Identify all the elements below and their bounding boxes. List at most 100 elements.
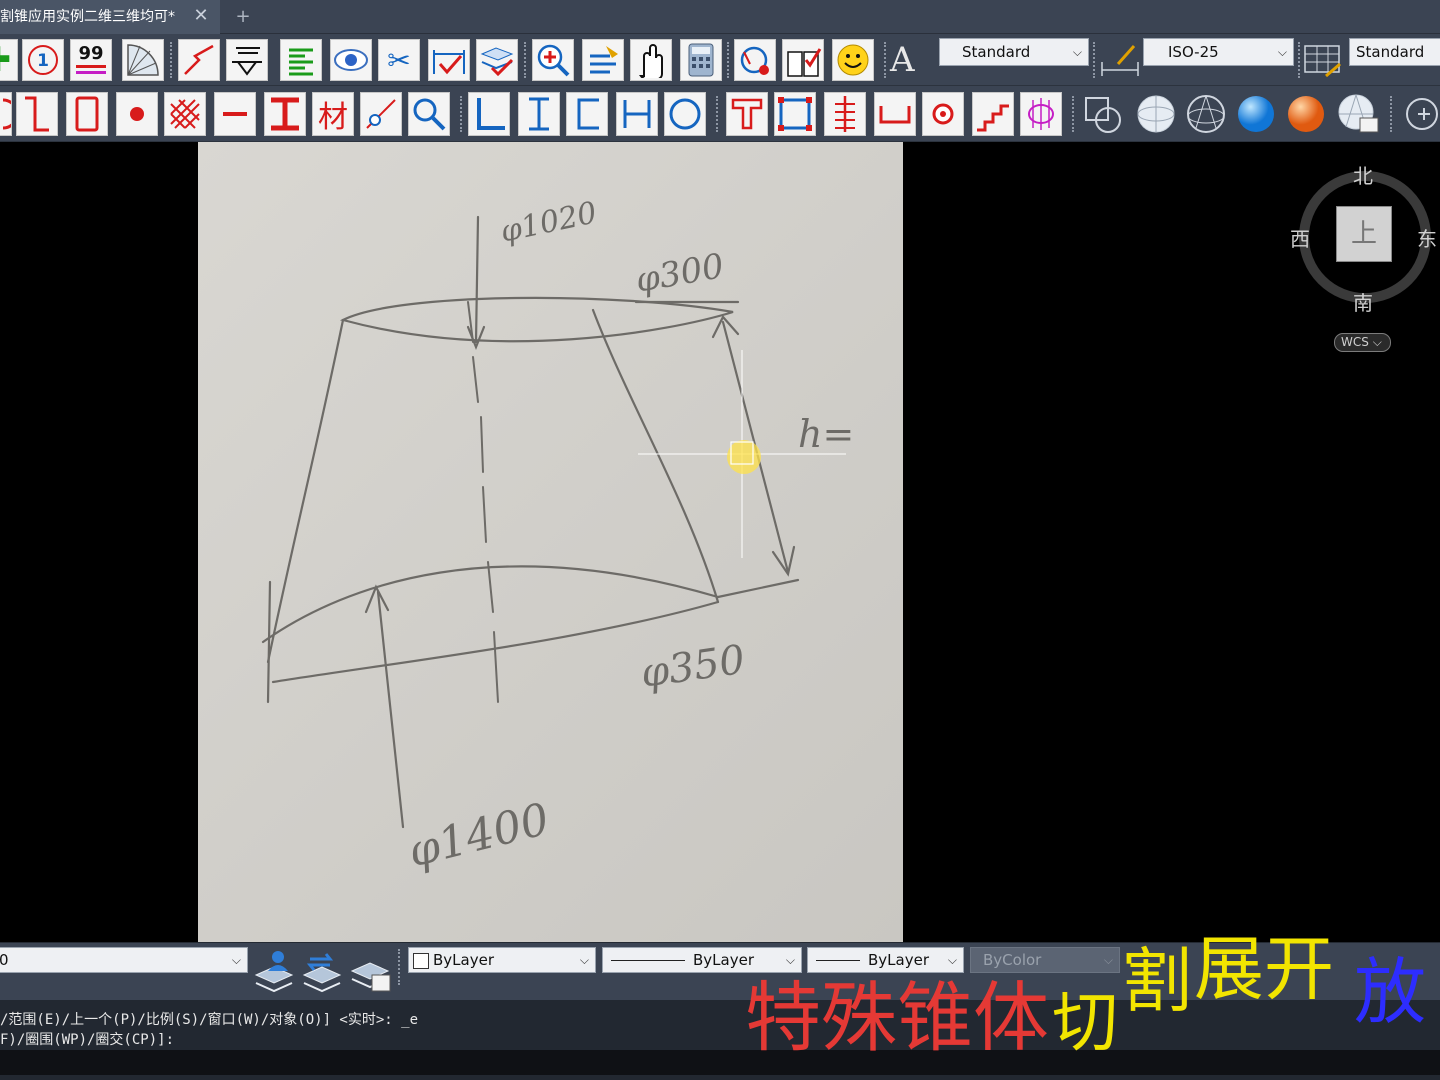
close-icon[interactable]: ✕ <box>192 6 210 26</box>
add-tab-icon[interactable]: + <box>232 6 254 28</box>
dimension-check-icon[interactable] <box>428 39 470 81</box>
rectangle-tool-icon[interactable] <box>66 92 108 136</box>
3d-box-icon[interactable] <box>1080 92 1124 136</box>
lineweight-preview <box>816 960 860 961</box>
i-profile-icon[interactable] <box>518 92 560 136</box>
document-tab-title: 割锥应用实例二维三维均可* <box>0 9 175 25</box>
refresh-record-icon[interactable] <box>734 39 776 81</box>
caption-cut: 切 <box>1052 984 1118 1061</box>
hatch-tool-icon[interactable] <box>164 92 206 136</box>
toolbar-separator <box>727 42 729 78</box>
command-history-line-2: F)/圈围(WP)/圈交(CP)]: <box>0 1032 175 1048</box>
circle-profile-icon[interactable] <box>664 92 706 136</box>
t-section-icon[interactable] <box>726 92 768 136</box>
eye-view-icon[interactable] <box>330 39 372 81</box>
step-line-icon[interactable] <box>16 92 58 136</box>
pan-hand-icon[interactable] <box>630 39 672 81</box>
toolbar-separator <box>460 96 462 132</box>
arc-fan-icon[interactable] <box>122 39 164 81</box>
chevron-down-icon: ⌵ <box>785 953 795 967</box>
linetype-preview <box>611 960 685 961</box>
table-style-select[interactable]: Standard <box>1349 38 1440 66</box>
caption-lofting: 放 <box>1354 950 1427 1034</box>
layer-states-icon[interactable] <box>348 945 392 993</box>
table-style-icon[interactable] <box>1302 40 1344 80</box>
line-segment-icon[interactable] <box>214 92 256 136</box>
text-style-icon[interactable]: A <box>890 40 934 80</box>
toolbar-separator <box>1298 42 1300 78</box>
chevron-down-icon: ⌵ <box>947 953 957 967</box>
align-lines-icon[interactable] <box>280 39 322 81</box>
caption-unfold: 展开 <box>1194 928 1334 1010</box>
sketch-label-top-diameter: φ1020 <box>497 195 600 249</box>
chevron-down-icon: ⌵ <box>231 953 241 967</box>
compass-south[interactable]: 南 <box>1353 287 1373 316</box>
zoom-in-icon[interactable] <box>532 39 574 81</box>
wcs-menu[interactable]: WCS ⌵ <box>1334 333 1391 352</box>
compass-east[interactable]: 东 <box>1417 223 1437 252</box>
sphere-wire-icon[interactable] <box>1134 92 1178 136</box>
sphere-shaded-blue-icon[interactable] <box>1234 92 1278 136</box>
compass-west[interactable]: 西 <box>1290 223 1310 252</box>
i-beam-icon[interactable] <box>264 92 306 136</box>
command-input[interactable] <box>0 1050 1440 1075</box>
leader-line-icon[interactable] <box>360 92 402 136</box>
h-profile-icon[interactable] <box>616 92 658 136</box>
pipe-section-icon[interactable] <box>1020 92 1062 136</box>
layer-select[interactable]: 0 ⌵ <box>0 947 248 973</box>
svg-text:1: 1 <box>37 51 49 71</box>
arc-tool-icon[interactable] <box>0 92 12 136</box>
caption-split: 割 <box>1122 940 1192 1022</box>
visual-styles-manager-icon[interactable] <box>1336 92 1380 136</box>
scissors-icon[interactable]: ✂ <box>378 39 420 81</box>
square-section-icon[interactable] <box>774 92 816 136</box>
l-profile-icon[interactable] <box>468 92 510 136</box>
viewcube-top-face[interactable]: 上 <box>1336 206 1392 262</box>
u-channel-icon[interactable] <box>874 92 916 136</box>
sketch-label-top-small: φ300 <box>633 246 727 301</box>
plotstyle-select: ByColor ⌵ <box>970 947 1120 973</box>
c-profile-icon[interactable] <box>566 92 608 136</box>
layer-previous-icon[interactable] <box>300 945 344 993</box>
text-number-icon[interactable]: 99 <box>70 39 112 81</box>
document-tab[interactable]: 割锥应用实例二维三维均可* <box>0 0 220 34</box>
toolbar-second: 材 <box>0 86 1440 142</box>
chevron-down-icon: ⌵ <box>1103 953 1113 967</box>
toolbar-separator <box>884 42 886 78</box>
command-history-line-1: /范围(E)/上一个(P)/比例(S)/窗口(W)/对象(O)] <实时>: _… <box>0 1012 419 1028</box>
balloon-number-icon[interactable]: 1 <box>22 39 64 81</box>
dimension-style-icon[interactable] <box>1098 42 1142 78</box>
round-section-icon[interactable] <box>922 92 964 136</box>
color-swatch <box>413 952 429 969</box>
orbit-icon[interactable] <box>1398 92 1440 136</box>
sphere-hidden-icon[interactable] <box>1184 92 1228 136</box>
center-rebar-icon[interactable] <box>824 92 866 136</box>
toolbar-separator <box>1072 96 1074 132</box>
compass-north[interactable]: 北 <box>1353 160 1373 189</box>
layer-check-icon[interactable] <box>476 39 518 81</box>
sphere-shaded-orange-icon[interactable] <box>1284 92 1328 136</box>
chevron-down-icon: ⌵ <box>1277 45 1287 59</box>
material-icon[interactable]: 材 <box>312 92 354 136</box>
document-tab-bar: 割锥应用实例二维三维均可* ✕ + <box>0 0 1440 34</box>
search-icon[interactable] <box>408 92 450 136</box>
point-tool-icon[interactable] <box>116 92 158 136</box>
dimension-style-select[interactable]: ISO-25 ⌵ <box>1143 38 1294 66</box>
add-icon[interactable]: ✚ <box>0 39 18 81</box>
match-properties-icon[interactable] <box>582 39 624 81</box>
break-line-icon[interactable] <box>178 39 220 81</box>
smiley-icon[interactable] <box>832 39 874 81</box>
weld-symbol-icon[interactable] <box>226 39 268 81</box>
toolbar-separator <box>398 949 400 985</box>
linetype-select[interactable]: ByLayer ⌵ <box>602 947 802 973</box>
toolbar-top: ✚ 1 99 ✂ <box>0 34 1440 86</box>
text-style-select[interactable]: Standard ⌵ <box>939 38 1089 66</box>
toolbar-separator <box>716 96 718 132</box>
crosshair-cursor <box>638 350 846 558</box>
book-check-icon[interactable] <box>782 39 824 81</box>
color-select[interactable]: ByLayer ⌵ <box>408 947 596 973</box>
lineweight-select[interactable]: ByLayer ⌵ <box>807 947 964 973</box>
layer-properties-icon[interactable] <box>252 945 296 993</box>
calculator-icon[interactable] <box>680 39 722 81</box>
stairs-icon[interactable] <box>972 92 1014 136</box>
